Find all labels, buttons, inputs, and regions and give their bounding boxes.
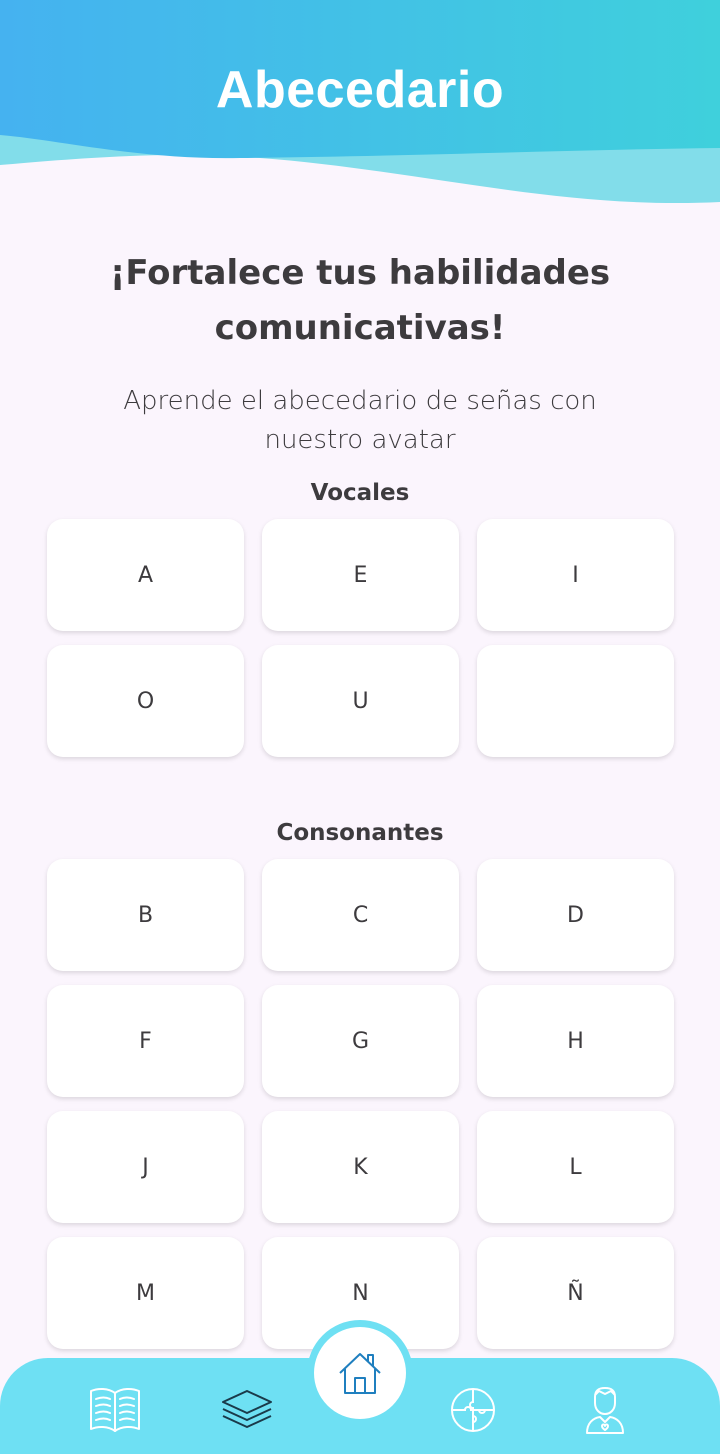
book-icon xyxy=(90,1387,140,1432)
intro-headline-line1: ¡Fortalece tus habilidades xyxy=(109,253,611,293)
letter-card-enye[interactable]: Ñ xyxy=(477,1237,674,1349)
letter-card-j[interactable]: J xyxy=(47,1111,244,1223)
home-icon xyxy=(339,1353,381,1394)
intro-subtitle-line1: Aprende el abecedario de señas con xyxy=(123,386,597,416)
letter-card-b[interactable]: B xyxy=(47,859,244,971)
consonants-grid: B C D F G H J K L M N Ñ xyxy=(47,859,674,1349)
nav-item-puzzle[interactable] xyxy=(443,1380,503,1440)
puzzle-icon xyxy=(451,1388,495,1432)
layers-icon xyxy=(222,1390,272,1428)
nav-item-profile[interactable] xyxy=(575,1380,635,1440)
intro-subtitle: Aprende el abecedario de señas con nuest… xyxy=(80,382,640,460)
home-button[interactable] xyxy=(314,1327,406,1419)
letter-card-i[interactable]: I xyxy=(477,519,674,631)
intro-headline-line2: comunicativas! xyxy=(214,308,506,348)
vowels-grid: A E I O U xyxy=(47,519,674,757)
letter-card-o[interactable]: O xyxy=(47,645,244,757)
letter-card-f[interactable]: F xyxy=(47,985,244,1097)
letter-card-h[interactable]: H xyxy=(477,985,674,1097)
letter-card-m[interactable]: M xyxy=(47,1237,244,1349)
letter-card-l[interactable]: L xyxy=(477,1111,674,1223)
vowels-section-title: Vocales xyxy=(310,480,410,506)
letter-card-g[interactable]: G xyxy=(262,985,459,1097)
letter-card-e[interactable]: E xyxy=(262,519,459,631)
letter-card-d[interactable]: D xyxy=(477,859,674,971)
letter-card-k[interactable]: K xyxy=(262,1111,459,1223)
nav-item-layers[interactable] xyxy=(217,1380,277,1440)
page-title: Abecedario xyxy=(215,61,505,119)
letter-card-u[interactable]: U xyxy=(262,645,459,757)
consonants-section-title: Consonantes xyxy=(276,820,444,846)
intro-subtitle-line2: nuestro avatar xyxy=(264,425,456,455)
nav-item-book[interactable] xyxy=(85,1380,145,1440)
letter-card-empty xyxy=(477,645,674,757)
profile-icon xyxy=(586,1387,624,1434)
letter-card-a[interactable]: A xyxy=(47,519,244,631)
letter-card-c[interactable]: C xyxy=(262,859,459,971)
intro-headline: ¡Fortalece tus habilidades comunicativas… xyxy=(60,246,660,356)
header: Abecedario xyxy=(0,0,720,210)
